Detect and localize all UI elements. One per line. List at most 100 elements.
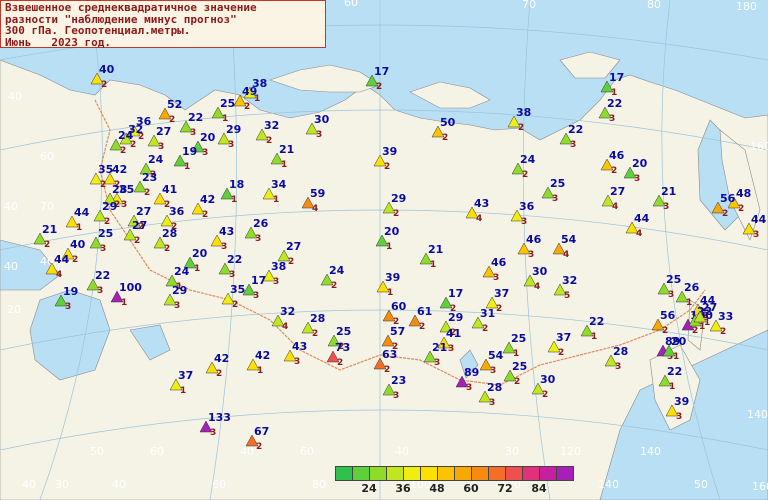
station-count: 3 [609,114,615,124]
legend-swatch [420,466,438,481]
station-count: 3 [100,244,106,254]
station-value: 35 [98,163,113,176]
graticule-label: 120 [560,445,581,458]
station-value: 37 [556,331,571,344]
station-value: 22 [227,253,242,266]
station-value: 17 [609,71,624,84]
station-count: 1 [180,386,186,396]
station-value: 27 [702,301,717,314]
station-value: 49 [242,85,257,98]
station-value: 39 [385,271,400,284]
station-count: 2 [144,188,150,198]
legend-swatch [369,466,387,481]
legend-swatch [556,466,574,481]
graticule-label: 180 [736,0,757,13]
station-count: 3 [229,270,235,280]
station-count: 2 [482,324,488,334]
station-count: 2 [722,209,728,219]
station-value: 21 [428,243,443,256]
station-value: 59 [310,187,325,200]
station-value: 44 [751,213,767,226]
title-line-4: Июнь 2023 год. [5,35,111,49]
station-count: 2 [232,300,238,310]
station-value: 29 [102,200,117,213]
station-count: 4 [56,270,62,280]
station-count: 3 [294,357,300,367]
station-count: 2 [312,329,318,339]
station-count: 2 [376,82,382,92]
station-count: 1 [184,162,190,172]
station-value: 20 [671,335,687,348]
station-value: 29 [226,123,241,136]
station-count: 1 [386,242,392,252]
station-count: 3 [676,412,682,422]
station-count: 1 [686,298,692,308]
station-value: 56 [720,192,736,205]
map-canvas: 6020708018016014016040404060403020406080… [0,0,768,500]
station-count: 2 [692,326,698,336]
station-count: 2 [256,442,262,452]
station-count: 3 [448,344,454,354]
station-value: 100 [119,281,142,294]
station-count: 2 [611,166,617,176]
station-value: 21 [42,223,57,236]
station-count: 3 [190,128,196,138]
station-value: 24 [118,129,134,142]
station-count: 3 [663,202,669,212]
station-value: 28 [310,312,325,325]
station-value: 25 [666,273,681,286]
station-count: 3 [615,362,621,372]
station-count: 3 [255,234,261,244]
station-value: 54 [488,349,504,362]
graticule-label: 60 [40,150,54,163]
station-count: 3 [466,383,472,393]
graticule-label: 140 [747,408,768,421]
graticule-label: 140 [640,445,661,458]
station-value: 52 [167,98,182,111]
station-value: 24 [329,264,345,277]
graticule-label: 70 [522,0,536,11]
station-count: 4 [563,250,569,260]
graticule-label: 40 [240,445,254,458]
station-count: 2 [720,327,726,337]
station-count: 2 [44,240,50,250]
station-value: 20 [384,225,400,238]
station-value: 60 [391,300,407,313]
station-count: 2 [100,180,106,190]
station-value: 67 [254,425,269,438]
station-count: 1 [669,382,675,392]
legend-label: 72 [497,482,513,495]
station-count: 2 [244,102,250,112]
legend-swatch [488,466,506,481]
station-count: 2 [522,170,528,180]
station-count: 2 [169,115,175,125]
station-value: 19 [63,285,78,298]
station-value: 73 [335,341,350,354]
station-count: 5 [564,291,570,301]
station-value: 38 [271,260,286,273]
station-count: 2 [419,322,425,332]
station-count: 1 [194,264,200,274]
station-value: 24 [520,153,536,166]
station-value: 22 [95,269,110,282]
station-count: 3 [528,250,534,260]
station-value: 32 [562,274,577,287]
station-count: 3 [121,200,127,210]
station-count: 4 [312,204,318,214]
station-count: 4 [282,322,288,332]
station-value: 39 [674,395,689,408]
station-value: 26 [253,217,269,230]
station-value: 39 [382,145,397,158]
station-count: 2 [558,348,564,358]
station-count: 2 [120,146,126,156]
station-count: 1 [231,195,237,205]
station-value: 43 [219,225,234,238]
station-value: 27 [286,240,301,253]
legend-label: 36 [395,482,411,495]
station-count: 1 [387,288,393,298]
station-count: 1 [257,366,263,376]
station-value: 89 [464,366,479,379]
station-value: 24 [174,265,190,278]
color-legend: 24 36 48 60 72 84 [335,466,574,495]
station-count: 4 [534,282,540,292]
